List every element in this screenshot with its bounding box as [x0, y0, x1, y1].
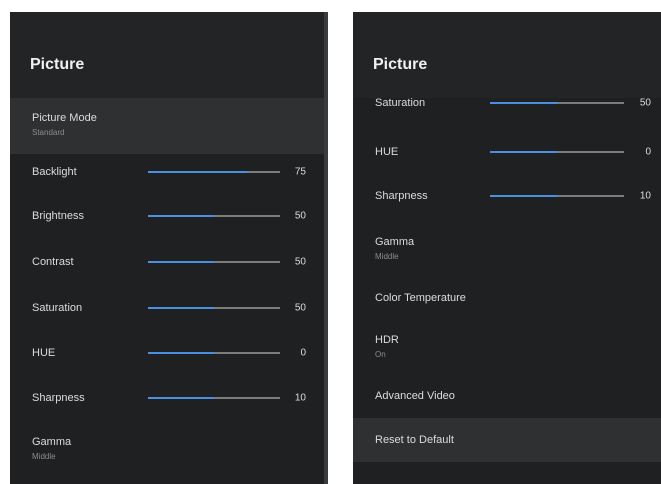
hue-slider[interactable]	[490, 151, 624, 153]
advanced-video-label: Advanced Video	[375, 390, 455, 402]
hdr-value: On	[375, 350, 386, 359]
contrast-slider[interactable]	[148, 261, 280, 263]
saturation-item[interactable]: Saturation 50	[10, 286, 328, 330]
sharpness-value: 10	[639, 190, 651, 202]
saturation-slider-fill	[490, 102, 557, 104]
contrast-label: Contrast	[32, 256, 74, 268]
sharpness-label: Sharpness	[32, 392, 85, 404]
sharpness-slider[interactable]	[490, 195, 624, 197]
contrast-slider-fill	[148, 261, 214, 263]
color-temperature-item[interactable]: Color Temperature	[353, 276, 661, 320]
hdr-item[interactable]: HDR On	[353, 322, 661, 372]
saturation-slider[interactable]	[490, 102, 624, 104]
contrast-value: 50	[294, 256, 306, 268]
gamma-item[interactable]: Gamma Middle	[10, 424, 328, 474]
saturation-slider[interactable]	[148, 307, 280, 309]
page-title: Picture	[30, 56, 85, 73]
hue-slider-fill	[490, 151, 557, 153]
hdr-label: HDR	[375, 334, 399, 346]
sharpness-item[interactable]: Sharpness 10	[353, 174, 661, 218]
brightness-slider[interactable]	[148, 215, 280, 217]
picture-mode-item[interactable]: Picture Mode Standard	[10, 98, 328, 154]
saturation-label: Saturation	[32, 302, 83, 314]
backlight-item[interactable]: Backlight 75	[10, 150, 328, 194]
reset-to-default-label: Reset to Default	[375, 434, 454, 446]
brightness-item[interactable]: Brightness 50	[10, 194, 328, 238]
sharpness-value: 10	[294, 392, 306, 404]
saturation-value: 50	[639, 97, 651, 109]
hue-value: 0	[645, 146, 651, 158]
brightness-label: Brightness	[32, 210, 84, 222]
color-temperature-label: Color Temperature	[375, 292, 466, 304]
sharpness-slider[interactable]	[148, 397, 280, 399]
backlight-label: Backlight	[32, 166, 77, 178]
hue-item[interactable]: HUE 0	[353, 130, 661, 174]
scroll-divider	[324, 12, 328, 484]
saturation-item[interactable]: Saturation 50	[353, 84, 661, 122]
gamma-value: Middle	[32, 452, 56, 461]
picture-mode-value: Standard	[32, 128, 65, 137]
sharpness-slider-fill	[148, 397, 214, 399]
hue-slider[interactable]	[148, 352, 280, 354]
hue-label: HUE	[32, 347, 56, 359]
hue-label: HUE	[375, 146, 399, 158]
saturation-label: Saturation	[375, 97, 426, 109]
advanced-video-item[interactable]: Advanced Video	[353, 374, 661, 418]
brightness-value: 50	[294, 210, 306, 222]
gamma-item[interactable]: Gamma Middle	[353, 224, 661, 274]
saturation-slider-fill	[148, 307, 214, 309]
hue-slider-fill	[148, 352, 214, 354]
gamma-label: Gamma	[32, 436, 72, 448]
backlight-value: 75	[294, 166, 306, 178]
reset-to-default-item[interactable]: Reset to Default	[353, 418, 661, 462]
picture-menu-left: Picture Picture Mode Standard Backlight …	[10, 12, 328, 484]
backlight-slider[interactable]	[148, 171, 280, 173]
hue-value: 0	[300, 347, 306, 359]
gamma-label: Gamma	[375, 236, 415, 248]
brightness-slider-fill	[148, 215, 214, 217]
gamma-value: Middle	[375, 252, 399, 261]
page-title: Picture	[373, 56, 428, 73]
picture-menu-right: Picture Saturation 50 HUE 0 Sharpness 10…	[353, 12, 661, 484]
sharpness-item[interactable]: Sharpness 10	[10, 376, 328, 420]
contrast-item[interactable]: Contrast 50	[10, 240, 328, 284]
saturation-value: 50	[294, 302, 306, 314]
sharpness-label: Sharpness	[375, 190, 428, 202]
picture-mode-label: Picture Mode	[32, 112, 97, 124]
menu-header: Picture	[10, 12, 328, 98]
hue-item[interactable]: HUE 0	[10, 331, 328, 375]
sharpness-slider-fill	[490, 195, 557, 197]
backlight-slider-fill	[148, 171, 247, 173]
